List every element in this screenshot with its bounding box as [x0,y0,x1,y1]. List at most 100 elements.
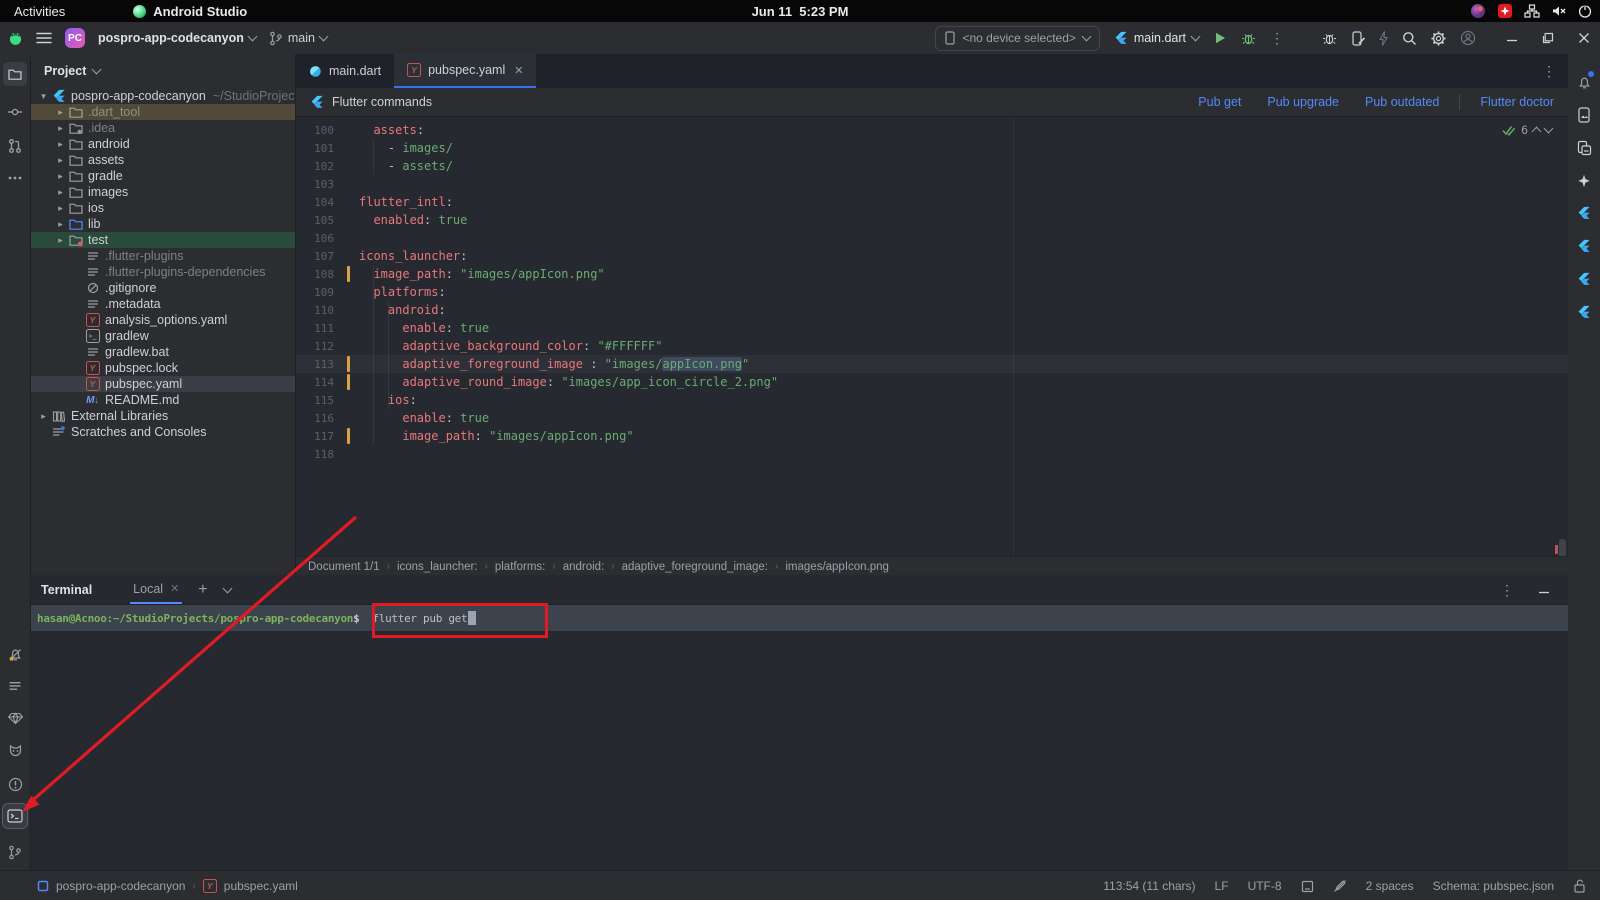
tree-item-.flutter-plugins[interactable]: .flutter-plugins [31,248,295,264]
settings-gear-icon[interactable] [1431,31,1446,46]
profile-avatar-icon[interactable] [1460,30,1476,46]
breadcrumb-item[interactable]: adaptive_foreground_image: [622,561,768,573]
code-line-108[interactable]: 108 image_path: "images/appIcon.png" [296,265,1568,283]
status-file[interactable]: pubspec.yaml [224,879,298,893]
terminal-dropdown-icon[interactable] [222,583,232,593]
next-problem-icon[interactable] [1544,124,1554,134]
main-menu-icon[interactable] [36,32,52,44]
file-encoding[interactable]: UTF-8 [1248,879,1282,893]
breadcrumb-item[interactable]: Document 1/1 [308,561,380,573]
breadcrumb-item[interactable]: icons_launcher: [397,561,478,573]
expand-chevron[interactable]: ▸ [54,123,67,134]
tree-item-pubspec.yaml[interactable]: Ypubspec.yaml [31,376,295,392]
device-selector[interactable]: <no device selected> [935,26,1099,51]
version-control-icon[interactable] [3,840,27,864]
screen-record-icon[interactable] [1497,3,1513,19]
more-actions-icon[interactable]: ⋮ [1270,33,1284,43]
commit-tool-icon[interactable] [3,100,27,124]
tree-item-android[interactable]: ▸android [31,136,295,152]
breadcrumb-item[interactable]: android: [563,561,605,573]
power-icon[interactable] [1578,4,1592,18]
code-line-114[interactable]: 114 adaptive_round_image: "images/app_ic… [296,373,1568,391]
tree-item-analysis_options.yaml[interactable]: Yanalysis_options.yaml [31,312,295,328]
flutter-performance-icon[interactable] [1572,267,1596,291]
pencil-crossed-icon[interactable] [1333,879,1347,893]
breadcrumb-item[interactable]: platforms: [495,561,546,573]
banner-action-pub-upgrade[interactable]: Pub upgrade [1267,95,1339,109]
tree-item-images[interactable]: ▸images [31,184,295,200]
expand-chevron[interactable]: ▾ [37,91,50,102]
expand-chevron[interactable]: ▸ [54,107,67,118]
expand-chevron[interactable]: ▸ [54,139,67,150]
close-terminal-tab-icon[interactable]: ✕ [170,582,179,595]
tree-item-.flutter-plugins-dependencies[interactable]: .flutter-plugins-dependencies [31,264,295,280]
hide-terminal-icon[interactable] [1538,584,1550,596]
tree-item-assets[interactable]: ▸assets [31,152,295,168]
todo-tool-icon[interactable] [3,674,27,698]
banner-action-pub-get[interactable]: Pub get [1198,95,1241,109]
run-configuration-selector[interactable]: main.dart [1114,31,1199,45]
project-tool-icon[interactable] [3,62,27,86]
search-everywhere-icon[interactable] [1402,31,1417,46]
code-line-109[interactable]: 109 platforms: [296,283,1568,301]
terminal-title[interactable]: Terminal [41,583,92,597]
editor-options-icon[interactable]: ⋮ [1542,66,1556,76]
status-project[interactable]: pospro-app-codecanyon [56,879,185,893]
project-selector[interactable]: pospro-app-codecanyon [98,31,256,45]
inspection-widget[interactable]: 6 [1502,123,1552,137]
expand-chevron[interactable]: ▸ [54,171,67,182]
tree-item-Scratches and Consoles[interactable]: Scratches and Consoles [31,424,295,440]
minimize-button[interactable] [1506,32,1518,44]
caret-position[interactable]: 113:54 (11 chars) [1103,879,1195,893]
prev-problem-icon[interactable] [1532,126,1542,136]
code-line-102[interactable]: 102 - assets/ [296,157,1568,175]
tab-pubspec-yaml[interactable]: Y pubspec.yaml ✕ [394,54,536,88]
project-panel-header[interactable]: Project [31,54,295,88]
terminal-tool-icon[interactable] [3,804,27,828]
banner-action-flutter-doctor[interactable]: Flutter doctor [1480,95,1554,109]
code-line-105[interactable]: 105 enabled: true [296,211,1568,229]
close-tab-icon[interactable]: ✕ [514,64,523,77]
vcs-branch-selector[interactable]: main [269,31,327,46]
gemini-sparkle-icon[interactable] [1572,169,1596,193]
logcat-icon[interactable] [3,739,27,763]
flutter-inspector-icon[interactable] [1572,234,1596,258]
running-devices-icon[interactable] [1572,103,1596,127]
flutter-outline-icon[interactable] [1572,201,1596,225]
device-manager-icon[interactable] [1572,136,1596,160]
tree-item-.metadata[interactable]: .metadata [31,296,295,312]
banner-action-pub-outdated[interactable]: Pub outdated [1365,95,1439,109]
tab-main-dart[interactable]: main.dart [296,54,394,88]
error-stripe-mark[interactable] [1555,545,1558,554]
code-line-100[interactable]: 100 assets: [296,121,1568,139]
run-button[interactable] [1213,31,1227,45]
pull-requests-icon[interactable] [3,134,27,158]
code-line-112[interactable]: 112 adaptive_background_color: "#FFFFFF" [296,337,1568,355]
code-line-104[interactable]: 104flutter_intl: [296,193,1568,211]
code-line-107[interactable]: 107icons_launcher: [296,247,1568,265]
close-button[interactable] [1578,32,1590,44]
indent-setting[interactable]: 2 spaces [1366,879,1414,893]
line-separator[interactable]: LF [1215,879,1229,893]
code-editor[interactable]: 100 assets:101 - images/102 - assets/103… [296,117,1568,556]
dart-analysis-icon[interactable] [3,706,27,730]
tree-item-test[interactable]: ▸test [31,232,295,248]
tree-item-.gitignore[interactable]: .gitignore [31,280,295,296]
code-line-113[interactable]: 113 adaptive_foreground_image : "images/… [296,355,1568,373]
editor-scrollbar[interactable] [1559,539,1566,556]
tree-item-.dart_tool[interactable]: ▸.dart_tool [31,104,295,120]
lock-icon[interactable] [1573,879,1586,893]
terminal-options-icon[interactable]: ⋮ [1500,585,1514,595]
project-badge[interactable]: PC [65,28,85,48]
code-line-103[interactable]: 103 [296,175,1568,193]
schema-selector[interactable]: Schema: pubspec.json [1433,879,1554,893]
mute-notifications-icon[interactable] [3,642,27,666]
tree-item-ios[interactable]: ▸ios [31,200,295,216]
code-line-101[interactable]: 101 - images/ [296,139,1568,157]
expand-chevron[interactable]: ▸ [37,411,50,422]
notifications-bell-icon[interactable] [1572,70,1596,94]
code-line-115[interactable]: 115 ios: [296,391,1568,409]
debug-button[interactable] [1241,31,1256,46]
more-tool-windows-icon[interactable] [3,166,27,190]
tree-item-gradlew[interactable]: >_gradlew [31,328,295,344]
